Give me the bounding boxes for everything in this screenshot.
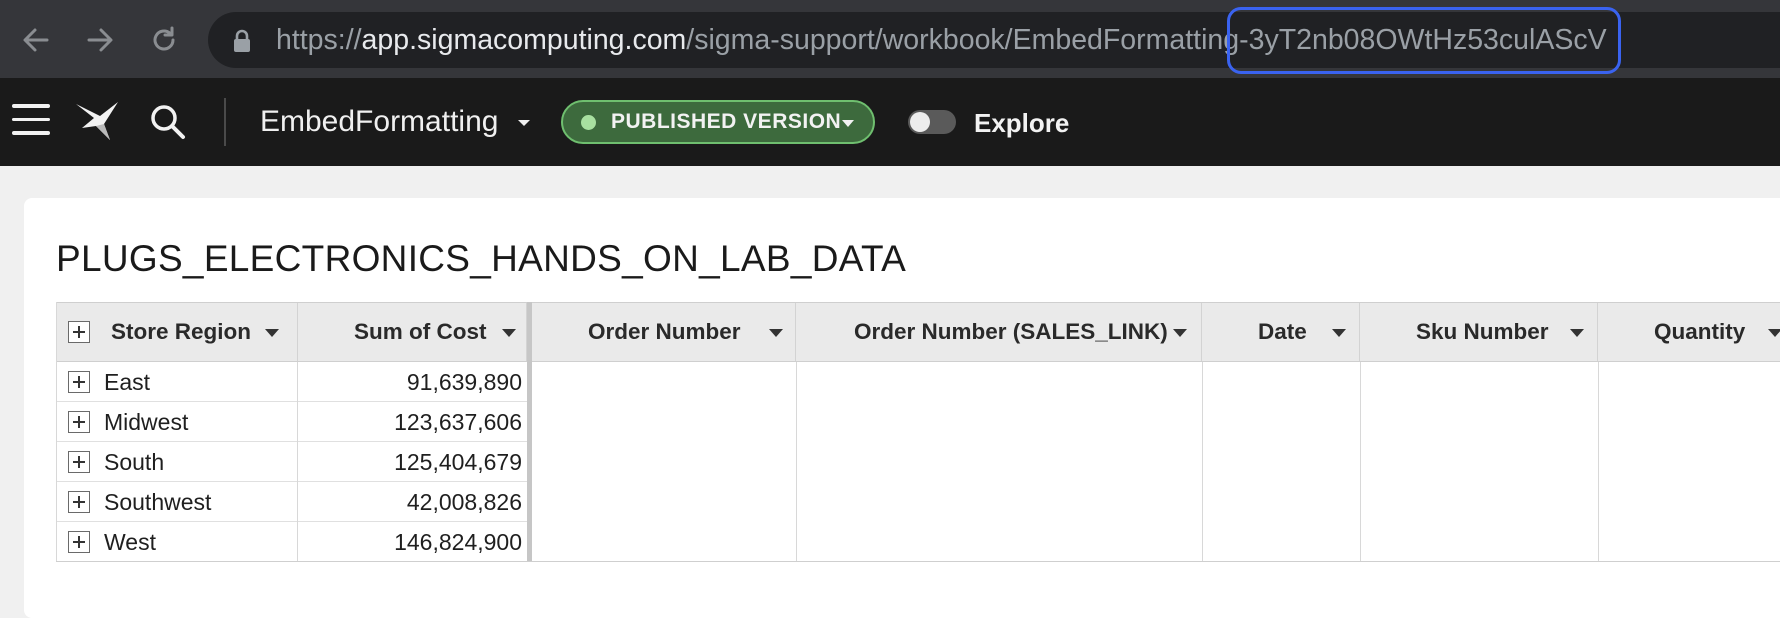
table-row[interactable]: West 146,824,900: [56, 522, 532, 562]
browser-toolbar: https://app.sigmacomputing.com/sigma-sup…: [0, 0, 1780, 78]
explore-toggle[interactable]: [908, 110, 956, 134]
published-version-label: PUBLISHED VERSION: [611, 110, 842, 133]
expand-row-icon[interactable]: [68, 531, 90, 553]
url-scheme: https://: [276, 24, 362, 56]
chevron-down-icon[interactable]: [265, 329, 279, 337]
grid-line: [796, 362, 797, 562]
column-header-label: Sku Number: [1416, 319, 1549, 344]
url-workbook-id-highlight: -3yT2nb08OWtHz53culAScV: [1227, 7, 1622, 74]
toggle-knob: [910, 112, 930, 132]
chevron-down-icon[interactable]: [769, 329, 783, 337]
expand-row-icon[interactable]: [68, 491, 90, 513]
column-header-label: Quantity: [1654, 319, 1746, 344]
grid-line: [56, 561, 1780, 562]
grid-line: [1202, 362, 1203, 562]
cell-store-region: Midwest: [104, 409, 189, 435]
published-version-button[interactable]: PUBLISHED VERSION: [561, 100, 875, 144]
table-header-row: Store Region Sum of Cost Order Number Or…: [56, 302, 1780, 362]
workbook-title[interactable]: EmbedFormatting: [260, 102, 498, 142]
search-icon[interactable]: [148, 102, 188, 142]
arrow-left-icon: [23, 28, 49, 52]
cell-store-region: Southwest: [104, 489, 212, 515]
menu-icon[interactable]: [12, 104, 50, 140]
cell-sum-of-cost: 42,008,826: [406, 489, 522, 515]
cell-sum-of-cost: 146,824,900: [394, 529, 522, 555]
lock-icon: [234, 29, 250, 52]
cell-sum-of-cost: 91,639,890: [406, 369, 522, 395]
freeze-column-divider[interactable]: [527, 302, 532, 562]
chevron-down-icon[interactable]: [1332, 329, 1346, 337]
cell-sum-of-cost: 125,404,679: [394, 449, 522, 475]
expand-row-icon[interactable]: [68, 411, 90, 433]
reload-button[interactable]: [142, 18, 186, 62]
chevron-down-icon[interactable]: [516, 118, 532, 128]
grid-line: [56, 302, 57, 562]
column-header-label: Date: [1258, 319, 1307, 344]
data-table: Store Region Sum of Cost Order Number Or…: [56, 302, 1780, 562]
table-row[interactable]: Midwest 123,637,606: [56, 402, 532, 442]
column-header-sku-number[interactable]: Sku Number: [1360, 303, 1598, 361]
sigma-logo-icon[interactable]: [74, 98, 120, 144]
grid-line: [1598, 362, 1599, 562]
status-dot-icon: [581, 115, 596, 130]
cell-sum-of-cost: 123,637,606: [394, 409, 522, 435]
column-header-label: Sum of Cost: [354, 319, 487, 344]
cell-store-region: East: [104, 369, 151, 395]
address-bar[interactable]: https://app.sigmacomputing.com/sigma-sup…: [208, 7, 1780, 74]
chevron-down-icon[interactable]: [1768, 329, 1780, 337]
chevron-down-icon[interactable]: [502, 329, 516, 337]
column-header-label: Store Region: [111, 319, 252, 344]
expand-row-icon[interactable]: [68, 451, 90, 473]
table-row[interactable]: South 125,404,679: [56, 442, 532, 482]
column-header-order-number-sales-link[interactable]: Order Number (SALES_LINK): [796, 303, 1202, 361]
table-row[interactable]: East 91,639,890: [56, 362, 532, 402]
expand-all-icon[interactable]: [68, 321, 90, 343]
column-header-quantity[interactable]: Quantity: [1598, 303, 1780, 361]
back-button[interactable]: [14, 18, 58, 62]
cell-store-region: South: [104, 449, 165, 475]
chevron-down-icon: [842, 120, 854, 127]
column-header-order-number[interactable]: Order Number: [532, 303, 796, 361]
table-row[interactable]: Southwest 42,008,826: [56, 482, 532, 522]
chevron-down-icon[interactable]: [1570, 329, 1584, 337]
column-header-date[interactable]: Date: [1202, 303, 1360, 361]
header-divider: [224, 98, 226, 146]
app-header: EmbedFormatting PUBLISHED VERSION Explor…: [0, 78, 1780, 166]
url-text[interactable]: https://app.sigmacomputing.com/sigma-sup…: [276, 7, 1622, 74]
explore-label: Explore: [974, 108, 1070, 138]
forward-button[interactable]: [78, 18, 122, 62]
url-host: app.sigmacomputing.com: [361, 24, 687, 56]
url-path: /sigma-support/workbook/EmbedFormatting: [686, 24, 1240, 56]
expand-row-icon[interactable]: [68, 371, 90, 393]
cell-store-region: West: [104, 529, 156, 555]
column-header-label: Order Number: [588, 319, 741, 344]
column-header-sum-of-cost[interactable]: Sum of Cost: [298, 303, 527, 361]
reload-icon: [153, 26, 175, 51]
table-title: PLUGS_ELECTRONICS_HANDS_ON_LAB_DATA: [56, 238, 907, 279]
chevron-down-icon[interactable]: [1173, 329, 1187, 337]
grid-line: [297, 362, 298, 562]
arrow-right-icon: [87, 28, 113, 52]
column-header-label: Order Number (SALES_LINK): [854, 319, 1168, 344]
grid-line: [1360, 362, 1361, 562]
column-header-store-region[interactable]: Store Region: [56, 303, 298, 361]
